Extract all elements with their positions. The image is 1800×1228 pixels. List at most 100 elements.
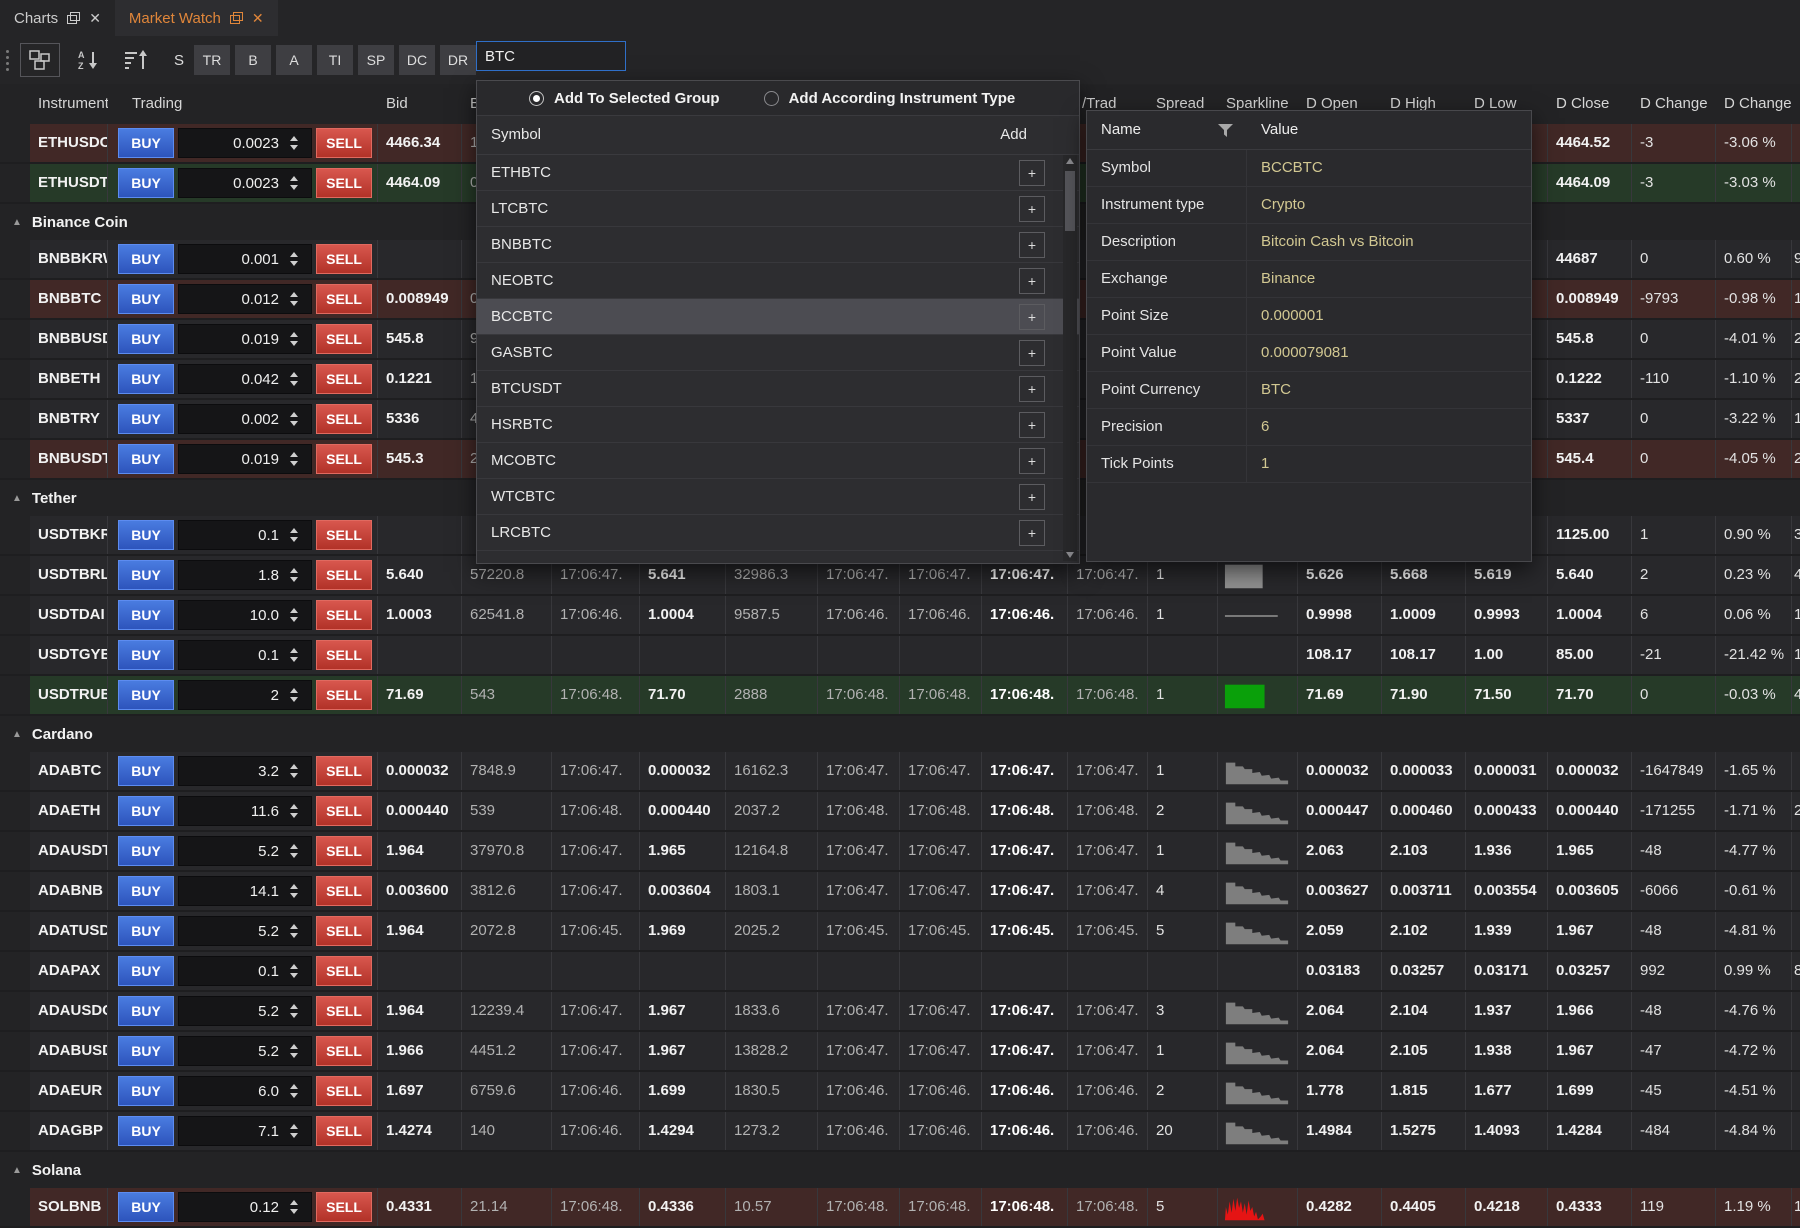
buy-button[interactable]: BUY xyxy=(118,444,174,474)
quantity-input[interactable] xyxy=(179,567,279,584)
column-header-edge[interactable] xyxy=(1792,84,1800,124)
sell-button[interactable]: SELL xyxy=(316,600,372,630)
sell-button[interactable]: SELL xyxy=(316,1116,372,1146)
market-row-solbnb[interactable]: SOLBNBBUYSELL0.433121.1417:06:48.0.43361… xyxy=(0,1188,1800,1228)
restore-window-icon[interactable] xyxy=(67,12,80,24)
quantity-input[interactable] xyxy=(179,607,279,624)
sell-button[interactable]: SELL xyxy=(316,916,372,946)
step-down-icon[interactable] xyxy=(290,577,298,582)
step-down-icon[interactable] xyxy=(290,853,298,858)
step-down-icon[interactable] xyxy=(290,421,298,426)
step-up-icon[interactable] xyxy=(290,568,298,573)
step-down-icon[interactable] xyxy=(290,145,298,150)
add-symbol-button[interactable]: + xyxy=(1019,268,1045,294)
symbol-list-item-bnbbtc[interactable]: BNBBTC+ xyxy=(477,227,1079,263)
step-down-icon[interactable] xyxy=(290,813,298,818)
buy-button[interactable]: BUY xyxy=(118,956,174,986)
symbol-search-input[interactable] xyxy=(476,41,626,71)
sell-button[interactable]: SELL xyxy=(316,404,372,434)
step-down-icon[interactable] xyxy=(290,1053,298,1058)
quantity-input[interactable] xyxy=(179,527,279,544)
toolbar-button-dc[interactable]: DC xyxy=(399,45,435,75)
buy-button[interactable]: BUY xyxy=(118,128,174,158)
step-up-icon[interactable] xyxy=(290,1124,298,1129)
sell-button[interactable]: SELL xyxy=(316,168,372,198)
market-row-adatusd[interactable]: ADATUSDBUYSELL1.9642072.817:06:45.1.9692… xyxy=(0,912,1800,952)
market-row-adausdt[interactable]: ADAUSDTBUYSELL1.96437970.817:06:47.1.965… xyxy=(0,832,1800,872)
step-up-icon[interactable] xyxy=(290,608,298,613)
sell-button[interactable]: SELL xyxy=(316,364,372,394)
toolbar-button-sp[interactable]: SP xyxy=(358,45,394,75)
close-tab-icon[interactable]: ✕ xyxy=(252,10,264,27)
column-header-instrument[interactable]: Instrument xyxy=(30,84,108,124)
market-row-usdtdai[interactable]: USDTDAIBUYSELL1.000362541.817:06:46.1.00… xyxy=(0,596,1800,636)
sort-az-icon[interactable]: AZ xyxy=(70,44,108,76)
symbol-list-item-gasbtc[interactable]: GASBTC+ xyxy=(477,335,1079,371)
quantity-input[interactable] xyxy=(179,331,279,348)
sell-button[interactable]: SELL xyxy=(316,876,372,906)
symbol-column-header[interactable]: Symbol xyxy=(491,126,541,143)
add-symbol-button[interactable]: + xyxy=(1019,520,1045,546)
sell-button[interactable]: SELL xyxy=(316,996,372,1026)
sell-button[interactable]: SELL xyxy=(316,520,372,550)
sell-button[interactable]: SELL xyxy=(316,560,372,590)
step-up-icon[interactable] xyxy=(290,1004,298,1009)
sell-button[interactable]: SELL xyxy=(316,680,372,710)
step-up-icon[interactable] xyxy=(290,332,298,337)
step-up-icon[interactable] xyxy=(290,1084,298,1089)
close-tab-icon[interactable]: ✕ xyxy=(89,10,101,27)
details-name-header[interactable]: Name xyxy=(1087,111,1247,149)
quantity-input[interactable] xyxy=(179,411,279,428)
step-down-icon[interactable] xyxy=(290,893,298,898)
collapse-group-icon[interactable]: ▲ xyxy=(12,1165,22,1176)
market-row-usdtrub[interactable]: USDTRUBBUYSELL71.6954317:06:48.71.702888… xyxy=(0,676,1800,716)
market-row-adabtc[interactable]: ADABTCBUYSELL0.0000327848.917:06:47.0.00… xyxy=(0,752,1800,792)
quantity-input[interactable] xyxy=(179,1043,279,1060)
group-header-cardano[interactable]: ▲Cardano xyxy=(0,716,1800,752)
toolbar-button-tr[interactable]: TR xyxy=(194,45,230,75)
quantity-input[interactable] xyxy=(179,135,279,152)
step-down-icon[interactable] xyxy=(290,537,298,542)
toolbar-label-s[interactable]: S xyxy=(174,52,184,69)
step-down-icon[interactable] xyxy=(290,381,298,386)
radio-selected-icon[interactable] xyxy=(529,91,544,106)
group-header-solana[interactable]: ▲Solana xyxy=(0,1152,1800,1188)
details-value-header[interactable]: Value xyxy=(1247,111,1298,149)
scroll-up-icon[interactable] xyxy=(1066,158,1074,164)
add-symbol-button[interactable]: + xyxy=(1019,412,1045,438)
sell-button[interactable]: SELL xyxy=(316,444,372,474)
buy-button[interactable]: BUY xyxy=(118,680,174,710)
quantity-input[interactable] xyxy=(179,923,279,940)
quantity-input[interactable] xyxy=(179,175,279,192)
step-up-icon[interactable] xyxy=(290,648,298,653)
tab-charts[interactable]: Charts ✕ xyxy=(0,0,115,36)
buy-button[interactable]: BUY xyxy=(118,1116,174,1146)
market-row-adabusd[interactable]: ADABUSDBUYSELL1.9664451.217:06:47.1.9671… xyxy=(0,1032,1800,1072)
step-down-icon[interactable] xyxy=(290,933,298,938)
step-down-icon[interactable] xyxy=(290,697,298,702)
step-up-icon[interactable] xyxy=(290,252,298,257)
collapse-group-icon[interactable]: ▲ xyxy=(12,493,22,504)
step-down-icon[interactable] xyxy=(290,617,298,622)
quantity-input[interactable] xyxy=(179,843,279,860)
buy-button[interactable]: BUY xyxy=(118,876,174,906)
symbol-list-item-btcusdt[interactable]: BTCUSDT+ xyxy=(477,371,1079,407)
add-symbol-button[interactable]: + xyxy=(1019,340,1045,366)
symbol-list-item-neobtc[interactable]: NEOBTC+ xyxy=(477,263,1079,299)
step-down-icon[interactable] xyxy=(290,973,298,978)
buy-button[interactable]: BUY xyxy=(118,836,174,866)
buy-button[interactable]: BUY xyxy=(118,364,174,394)
step-up-icon[interactable] xyxy=(290,1044,298,1049)
filter-funnel-icon[interactable] xyxy=(1218,124,1233,137)
quantity-input[interactable] xyxy=(179,803,279,820)
buy-button[interactable]: BUY xyxy=(118,168,174,198)
symbol-list-item-wtcbtc[interactable]: WTCBTC+ xyxy=(477,479,1079,515)
step-up-icon[interactable] xyxy=(290,764,298,769)
toolbar-button-b[interactable]: B xyxy=(235,45,271,75)
sell-button[interactable]: SELL xyxy=(316,128,372,158)
symbol-list-item-ltcbtc[interactable]: LTCBTC+ xyxy=(477,191,1079,227)
step-up-icon[interactable] xyxy=(290,412,298,417)
sell-button[interactable]: SELL xyxy=(316,640,372,670)
step-down-icon[interactable] xyxy=(290,657,298,662)
sell-button[interactable]: SELL xyxy=(316,836,372,866)
